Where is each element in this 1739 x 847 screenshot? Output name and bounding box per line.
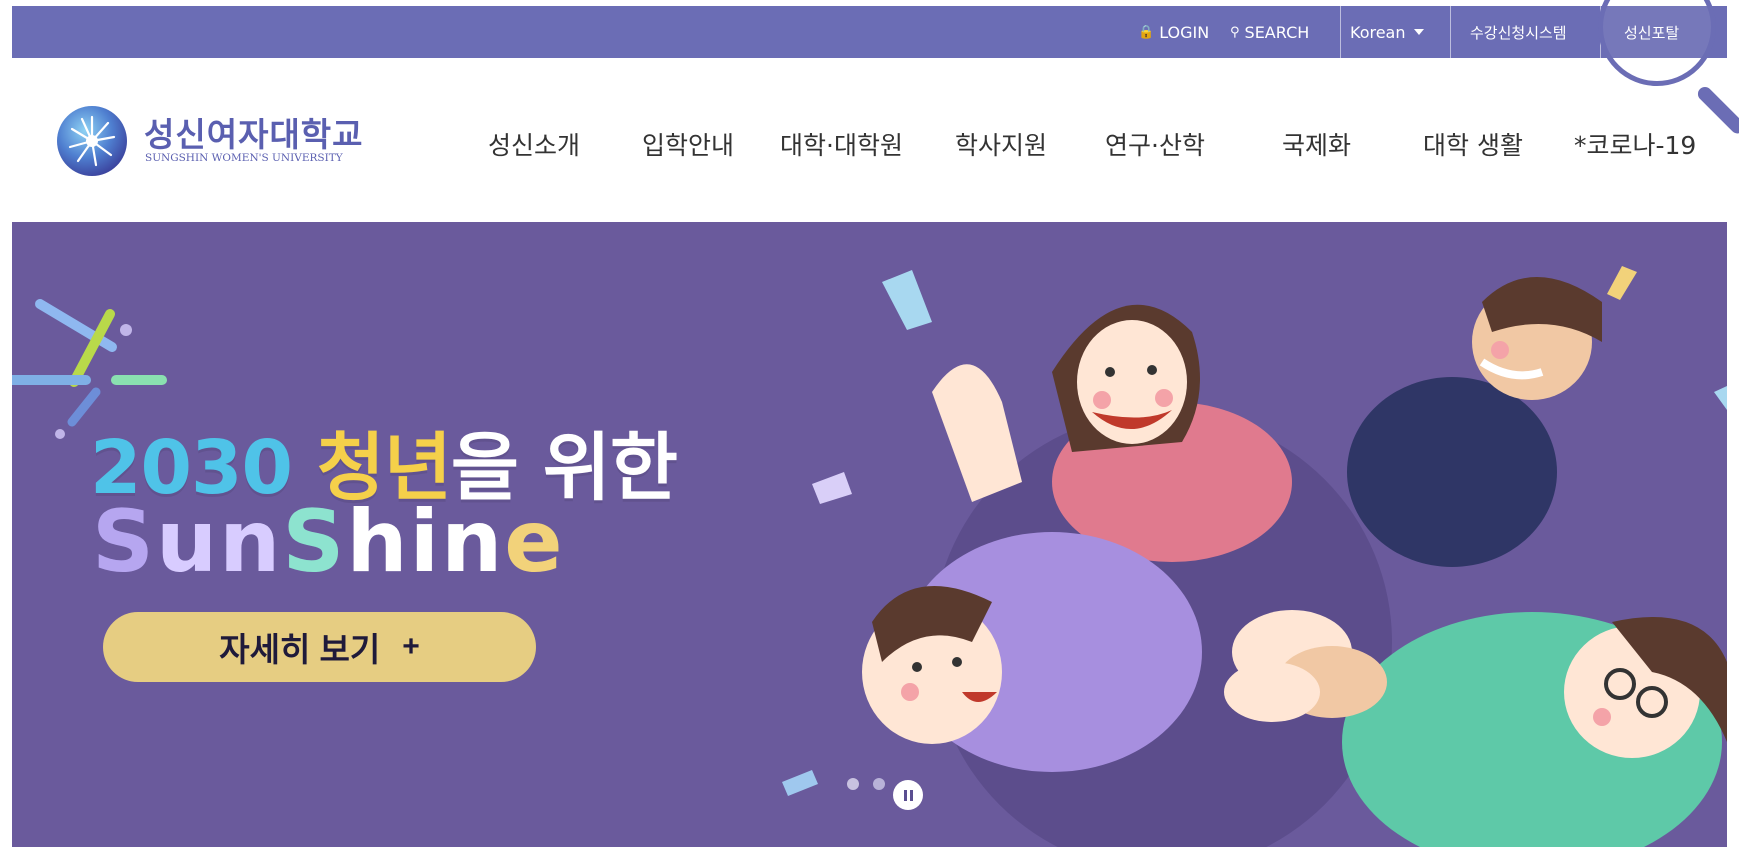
nav-item-international[interactable]: 국제화 bbox=[1282, 126, 1351, 162]
topbar-divider bbox=[1450, 6, 1451, 58]
hero-sunshine: SunShine bbox=[92, 492, 565, 592]
language-label: Korean bbox=[1350, 22, 1406, 42]
sunshine-part: e bbox=[504, 492, 565, 592]
nav-item-colleges[interactable]: 대학·대학원 bbox=[780, 126, 903, 162]
top-utility-bar: 🔒 LOGIN ⚲ SEARCH Korean 수강신청시스템 성신포탈 bbox=[12, 6, 1727, 58]
sunshine-part: hin bbox=[346, 492, 505, 592]
course-registration-label: 수강신청시스템 bbox=[1470, 23, 1567, 42]
topbar-divider bbox=[1340, 6, 1341, 58]
nav-item-research[interactable]: 연구·산학 bbox=[1105, 126, 1205, 162]
search-link[interactable]: ⚲ SEARCH bbox=[1230, 6, 1309, 58]
view-details-button[interactable]: 자세히 보기 + bbox=[103, 612, 536, 682]
nav-item-covid19[interactable]: *코로나-19 bbox=[1574, 126, 1696, 162]
view-details-label: 자세히 보기 bbox=[219, 631, 381, 668]
pause-icon bbox=[902, 789, 914, 801]
hero-banner[interactable]: 2030 청년을 위한 SunShine 자세히 보기 + bbox=[12, 222, 1727, 847]
login-link[interactable]: 🔒 LOGIN bbox=[1138, 6, 1209, 58]
logo-english-name: SUNGSHIN WOMEN'S UNIVERSITY bbox=[145, 152, 343, 164]
plus-icon: + bbox=[402, 630, 420, 663]
caret-down-icon bbox=[1413, 29, 1424, 35]
university-emblem[interactable] bbox=[56, 105, 128, 177]
lock-icon: 🔒 bbox=[1138, 24, 1155, 40]
language-selector[interactable]: Korean bbox=[1350, 6, 1424, 58]
magnifier-handle bbox=[1695, 84, 1739, 137]
slide-indicator-1[interactable] bbox=[847, 778, 859, 790]
sunshine-part: un bbox=[155, 492, 283, 592]
sunshine-part: S bbox=[92, 492, 156, 592]
search-label: SEARCH bbox=[1244, 22, 1310, 42]
slide-indicator-2[interactable] bbox=[873, 778, 885, 790]
nav-item-campus-life[interactable]: 대학 생활 bbox=[1423, 126, 1523, 162]
course-registration-link[interactable]: 수강신청시스템 bbox=[1470, 6, 1567, 58]
pause-button[interactable] bbox=[893, 780, 923, 810]
nav-item-admissions[interactable]: 입학안내 bbox=[642, 126, 734, 162]
nav-item-about[interactable]: 성신소개 bbox=[488, 126, 580, 162]
nav-item-academic-support[interactable]: 학사지원 bbox=[955, 126, 1047, 162]
login-label: LOGIN bbox=[1159, 22, 1210, 42]
sunshine-part: S bbox=[282, 492, 347, 592]
logo-korean-name[interactable]: 성신여자대학교 bbox=[144, 108, 364, 156]
magnifier-icon bbox=[1598, 0, 1716, 86]
search-icon: ⚲ bbox=[1230, 24, 1240, 40]
